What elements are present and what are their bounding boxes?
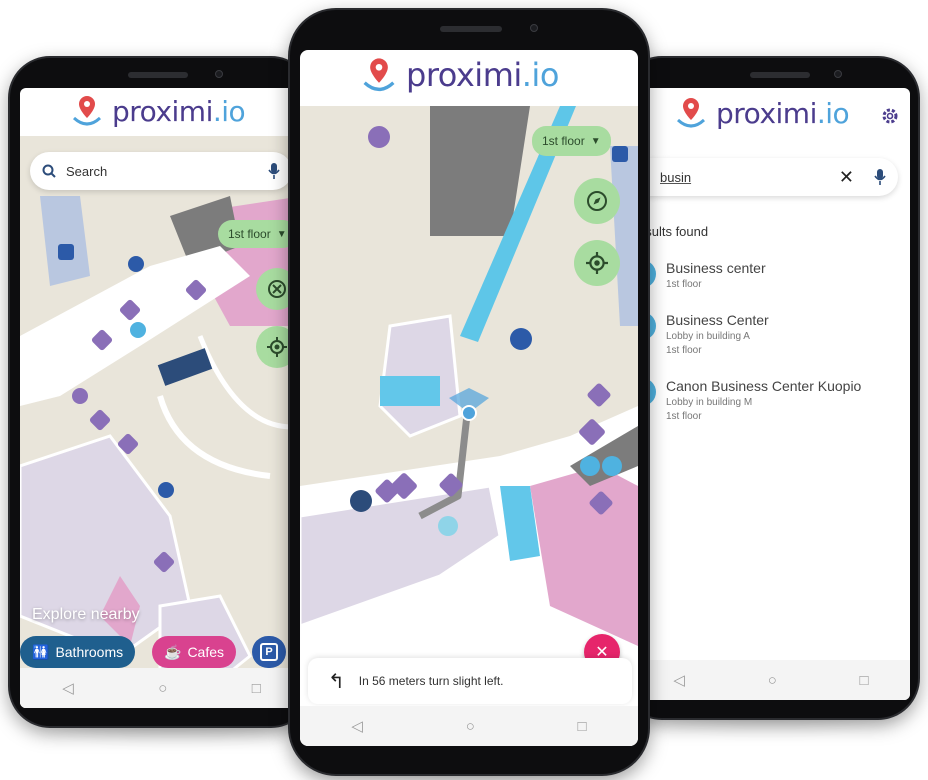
compass-icon xyxy=(587,191,607,211)
logo-text: proximi.io xyxy=(716,96,850,130)
parking-icon: P xyxy=(260,643,278,661)
android-nav-bar: ◁ ○ □ xyxy=(632,660,910,700)
left-logo: proximi.io xyxy=(68,94,246,128)
chevron-down-icon: ▼ xyxy=(276,228,287,240)
result-name: Business center xyxy=(666,260,766,276)
result-detail: Lobby in building A xyxy=(666,331,750,342)
center-phone-camera xyxy=(530,24,538,32)
android-nav-bar: ◁ ○ □ xyxy=(300,706,638,746)
search-bar[interactable]: Search xyxy=(30,152,292,190)
map-poi[interactable] xyxy=(368,126,390,148)
proximi-pin-icon xyxy=(363,58,395,92)
right-logo: proximi.io xyxy=(672,96,850,130)
result-detail: Lobby in building M xyxy=(666,397,753,408)
clear-search-icon[interactable]: ✕ xyxy=(839,167,854,188)
back-nav-icon[interactable]: ◁ xyxy=(351,717,363,735)
map-poi[interactable] xyxy=(602,456,622,476)
coffee-icon: ☕ xyxy=(164,643,182,660)
result-detail: 1st floor xyxy=(666,279,702,290)
chip-cafes[interactable]: ☕ Cafes xyxy=(152,636,237,668)
result-detail: 1st floor xyxy=(666,345,702,356)
logo-text: proximi.io xyxy=(406,56,559,94)
floor-label: 1st floor xyxy=(542,134,585,148)
home-nav-icon[interactable]: ○ xyxy=(768,672,777,689)
turn-instruction-card: ↰ In 56 meters turn slight left. xyxy=(308,658,632,704)
search-result-item[interactable]: ⚲ Business Center Lobby in building A 1s… xyxy=(632,312,769,356)
chip-bathrooms[interactable]: 🚻 Bathrooms xyxy=(20,636,136,668)
left-phone-screen: proximi.io 1st floor ▼ Explore nearby 🚻 … xyxy=(20,88,303,708)
search-result-item[interactable]: ⚲ Canon Business Center Kuopio Lobby in … xyxy=(632,378,861,422)
result-name: Business Center xyxy=(666,312,769,328)
recents-nav-icon[interactable]: □ xyxy=(252,680,261,697)
home-nav-icon[interactable]: ○ xyxy=(158,680,167,697)
crosshair-icon xyxy=(586,252,608,274)
map-poi[interactable] xyxy=(128,256,144,272)
close-circle-icon xyxy=(268,280,286,298)
proximi-pin-icon xyxy=(676,98,706,128)
android-nav-bar: ◁ ○ □ xyxy=(20,668,303,708)
left-map[interactable]: 1st floor ▼ Explore nearby 🚻 Bathrooms ☕… xyxy=(20,136,303,708)
proximi-pin-icon xyxy=(72,96,102,126)
search-icon xyxy=(42,164,56,178)
chevron-down-icon: ▼ xyxy=(590,135,601,147)
left-phone: proximi.io 1st floor ▼ Explore nearby 🚻 … xyxy=(8,56,313,728)
map-poi[interactable] xyxy=(612,146,628,162)
restroom-icon: 🚻 xyxy=(32,643,50,660)
search-result-item[interactable]: ⚲ Business center 1st floor xyxy=(632,260,766,290)
floor-selector[interactable]: 1st floor ▼ xyxy=(218,220,297,248)
map-poi[interactable] xyxy=(130,322,146,338)
center-phone-screen: proximi.io 1st floor ▼ ✕ ↰ In 56 meters … xyxy=(300,50,638,746)
recents-nav-icon[interactable]: □ xyxy=(860,672,869,689)
explore-nearby-label: Explore nearby xyxy=(32,606,140,623)
result-name: Canon Business Center Kuopio xyxy=(666,378,862,394)
user-location-marker-icon xyxy=(449,388,489,421)
left-phone-camera xyxy=(215,70,223,78)
left-phone-speaker xyxy=(128,72,188,78)
microphone-icon[interactable] xyxy=(268,163,280,179)
chip-label: Bathrooms xyxy=(55,644,124,660)
chip-parking[interactable]: P xyxy=(252,636,286,668)
compass-button[interactable] xyxy=(574,178,620,224)
map-poi[interactable] xyxy=(72,388,88,404)
center-phone-speaker xyxy=(440,26,502,32)
settings-gear-icon[interactable] xyxy=(880,106,900,126)
back-nav-icon[interactable]: ◁ xyxy=(673,671,685,689)
map-poi[interactable] xyxy=(350,490,372,512)
search-bar[interactable]: busin ✕ xyxy=(632,158,898,196)
center-logo: proximi.io xyxy=(358,56,559,94)
right-phone: proximi.io busin ✕ esults found ⚲ Busine… xyxy=(620,56,920,720)
chip-label: Cafes xyxy=(187,644,225,660)
right-phone-camera xyxy=(834,70,842,78)
microphone-icon[interactable] xyxy=(874,169,886,185)
search-input[interactable]: busin xyxy=(660,170,829,185)
home-nav-icon[interactable]: ○ xyxy=(466,718,475,735)
right-phone-screen: proximi.io busin ✕ esults found ⚲ Busine… xyxy=(632,88,910,700)
center-map[interactable]: 1st floor ▼ xyxy=(300,106,638,646)
map-poi[interactable] xyxy=(58,244,74,260)
map-poi[interactable] xyxy=(580,456,600,476)
locate-me-button[interactable] xyxy=(574,240,620,286)
floor-label: 1st floor xyxy=(228,227,271,241)
right-phone-speaker xyxy=(750,72,810,78)
search-input[interactable]: Search xyxy=(66,164,258,179)
turn-slight-left-icon: ↰ xyxy=(328,670,345,693)
logo-text: proximi.io xyxy=(112,94,246,128)
map-poi[interactable] xyxy=(158,482,174,498)
recents-nav-icon[interactable]: □ xyxy=(578,718,587,735)
back-nav-icon[interactable]: ◁ xyxy=(62,679,74,697)
floor-selector[interactable]: 1st floor ▼ xyxy=(532,126,611,156)
instruction-text: In 56 meters turn slight left. xyxy=(358,674,504,688)
crosshair-icon xyxy=(267,337,287,357)
result-detail: 1st floor xyxy=(666,411,702,422)
map-poi[interactable] xyxy=(438,516,458,536)
center-phone: proximi.io 1st floor ▼ ✕ ↰ In 56 meters … xyxy=(288,8,650,776)
map-poi[interactable] xyxy=(510,328,532,350)
